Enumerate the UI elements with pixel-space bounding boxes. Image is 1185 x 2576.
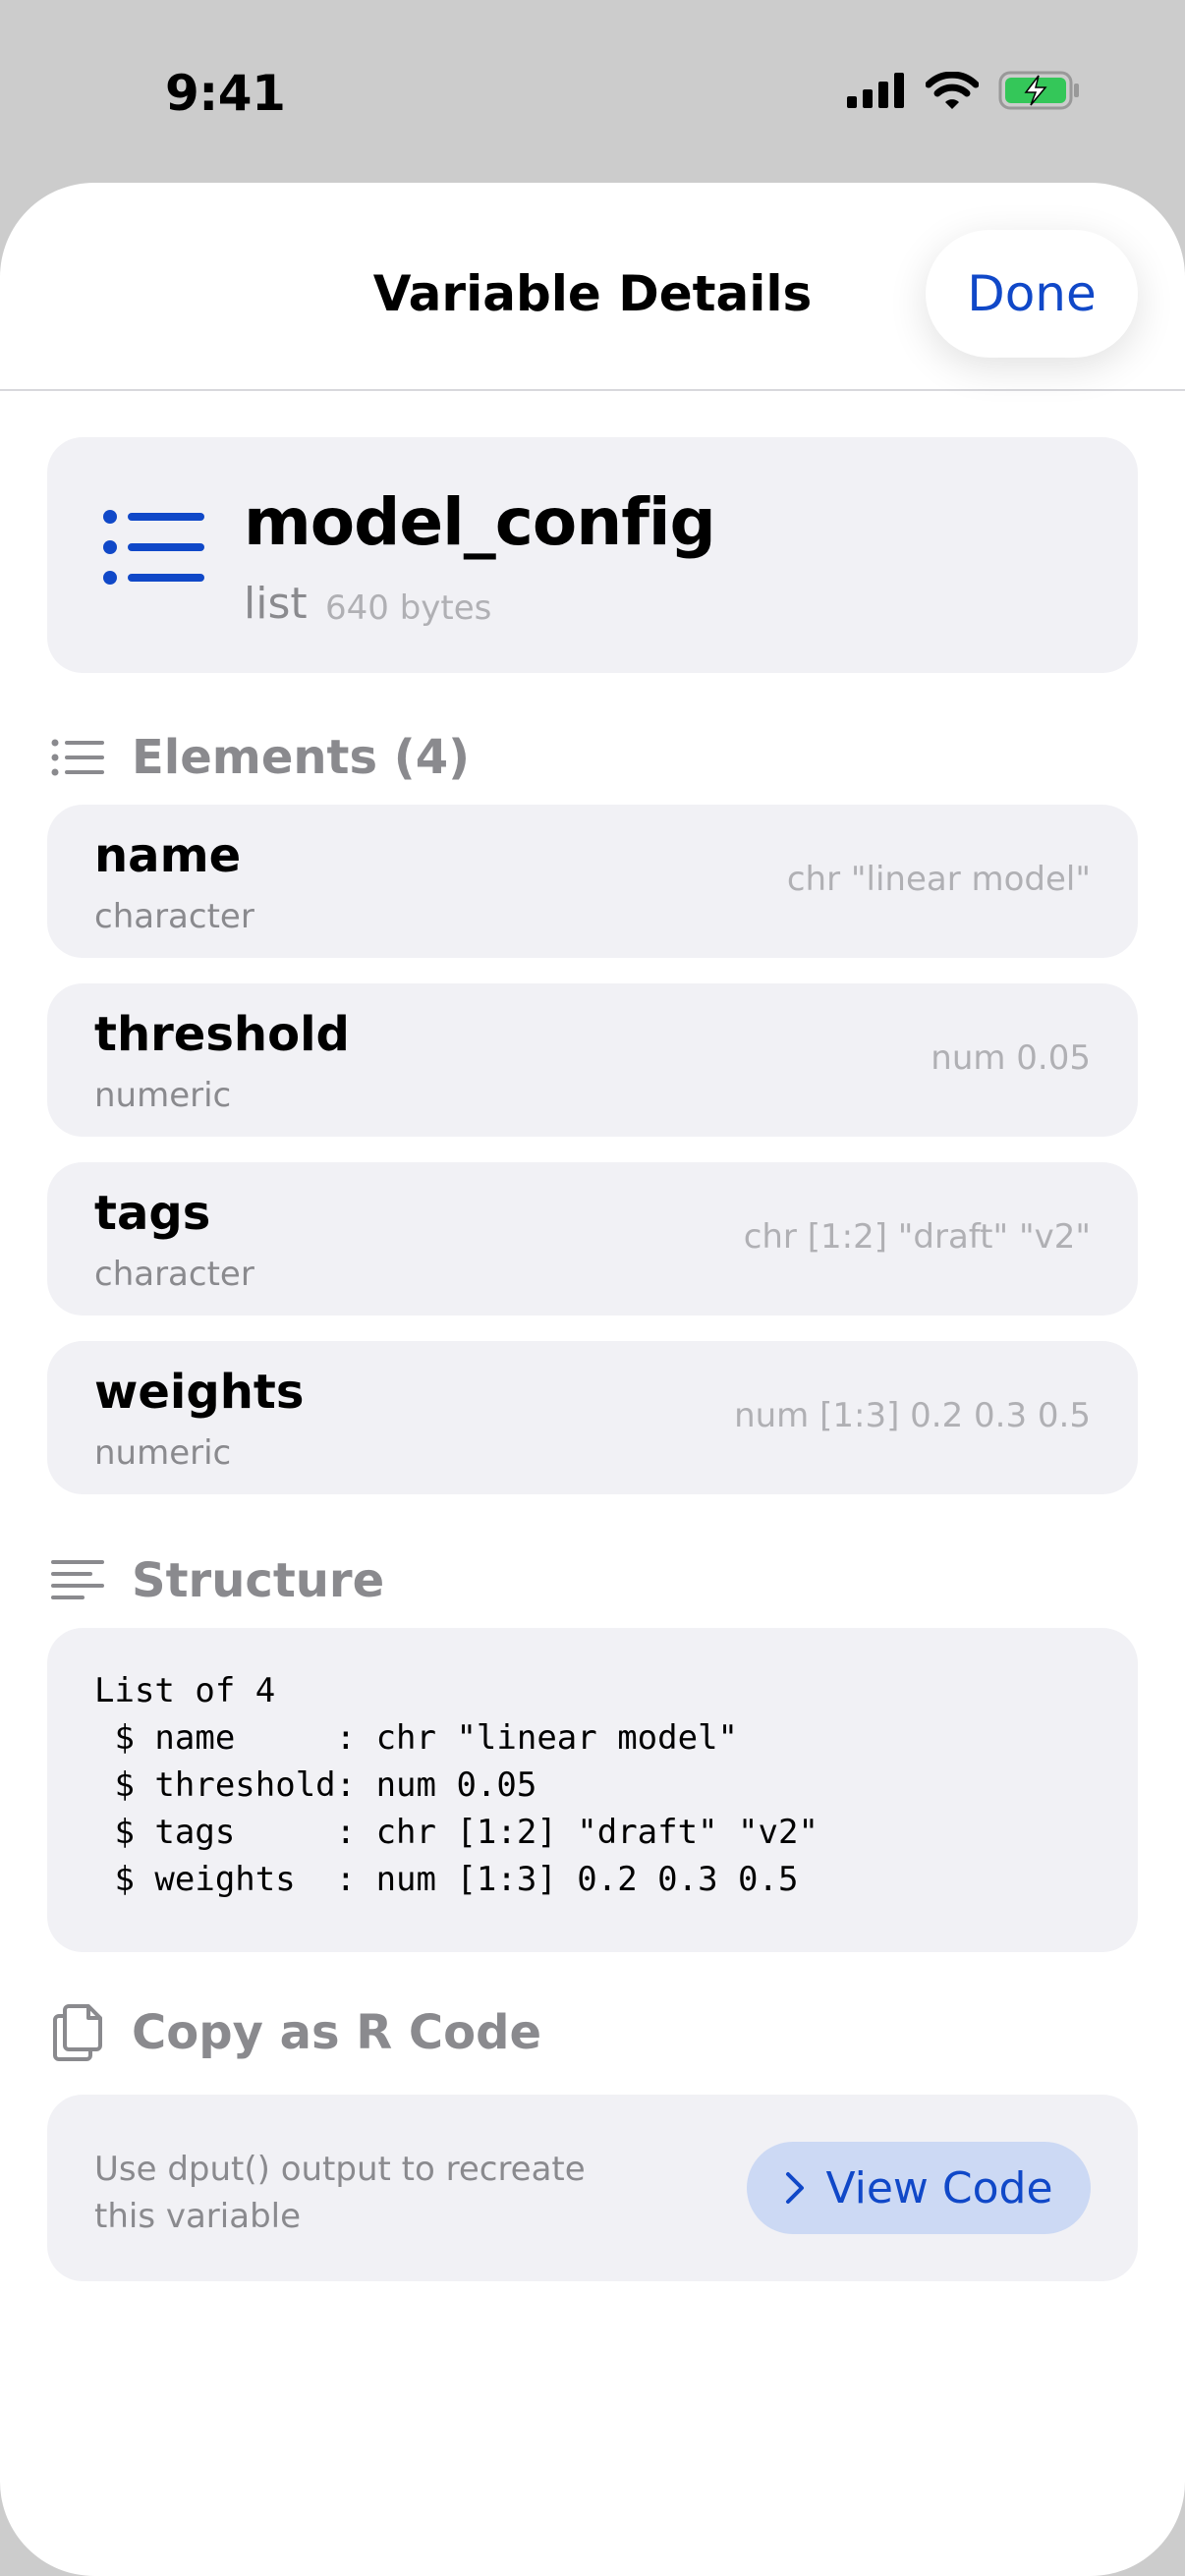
- list-icon: [103, 510, 204, 585]
- cellular-signal-icon: [847, 73, 904, 108]
- element-type: character: [94, 1255, 254, 1294]
- element-type: numeric: [94, 1433, 232, 1473]
- copy-section-title: Copy as R Code: [132, 2005, 542, 2060]
- nav-bar: Variable Details Done: [0, 183, 1185, 391]
- variable-type: list: [244, 579, 308, 629]
- variable-size: 640 bytes: [325, 588, 492, 628]
- element-value: chr "linear model": [786, 860, 1091, 899]
- element-type: numeric: [94, 1076, 232, 1115]
- structure-line: $ threshold: num 0.05: [94, 1765, 537, 1805]
- element-value: chr [1:2] "draft" "v2": [743, 1217, 1091, 1257]
- element-name: name: [94, 828, 242, 883]
- element-row[interactable]: name character chr "linear model": [47, 805, 1138, 958]
- element-row[interactable]: threshold numeric num 0.05: [47, 983, 1138, 1137]
- copy-description-line: this variable: [94, 2197, 302, 2236]
- wifi-icon: [926, 72, 979, 109]
- element-type: character: [94, 897, 254, 936]
- element-value: num [1:3] 0.2 0.3 0.5: [734, 1396, 1091, 1435]
- structure-code-block: List of 4 $ name : chr "linear model" $ …: [47, 1628, 1138, 1952]
- copy-description: Use dput() output to recreate this varia…: [94, 2146, 645, 2240]
- element-row[interactable]: tags character chr [1:2] "draft" "v2": [47, 1162, 1138, 1316]
- view-code-label: View Code: [825, 2162, 1053, 2213]
- variable-details-sheet: Variable Details Done model_config list …: [0, 183, 1185, 2576]
- copy-code-card: Use dput() output to recreate this varia…: [47, 2095, 1138, 2281]
- copy-description-line: Use dput() output to recreate: [94, 2150, 586, 2189]
- structure-line: $ tags : chr [1:2] "draft" "v2": [94, 1813, 818, 1852]
- elements-section-header: Elements (4): [51, 730, 470, 785]
- element-row[interactable]: weights numeric num [1:3] 0.2 0.3 0.5: [47, 1341, 1138, 1494]
- battery-charging-icon: [998, 71, 1079, 110]
- variable-name: model_config: [244, 484, 716, 560]
- status-time: 9:41: [165, 65, 286, 122]
- document-copy-icon: [53, 2004, 102, 2061]
- element-name: weights: [94, 1365, 305, 1420]
- element-name: tags: [94, 1186, 211, 1241]
- status-icons: [847, 71, 1081, 110]
- view-code-button[interactable]: View Code: [747, 2142, 1091, 2234]
- element-name: threshold: [94, 1007, 350, 1062]
- list-bullet-icon: [51, 739, 104, 776]
- done-button[interactable]: Done: [926, 230, 1138, 358]
- structure-line: $ weights : num [1:3] 0.2 0.3 0.5: [94, 1860, 799, 1899]
- copy-section-header: Copy as R Code: [51, 2002, 541, 2063]
- structure-code: List of 4 $ name : chr "linear model" $ …: [94, 1667, 818, 1903]
- element-value: num 0.05: [931, 1038, 1091, 1078]
- structure-line: $ name : chr "linear model": [94, 1718, 739, 1758]
- structure-line: List of 4: [94, 1671, 276, 1710]
- structure-section-header: Structure: [51, 1553, 384, 1608]
- text-align-left-icon: [51, 1560, 104, 1599]
- chevron-right-icon: [786, 2172, 805, 2204]
- structure-section-title: Structure: [132, 1553, 385, 1608]
- elements-section-title: Elements (4): [132, 730, 471, 785]
- variable-header-card: model_config list 640 bytes: [47, 437, 1138, 673]
- status-bar: 9:41: [0, 0, 1185, 187]
